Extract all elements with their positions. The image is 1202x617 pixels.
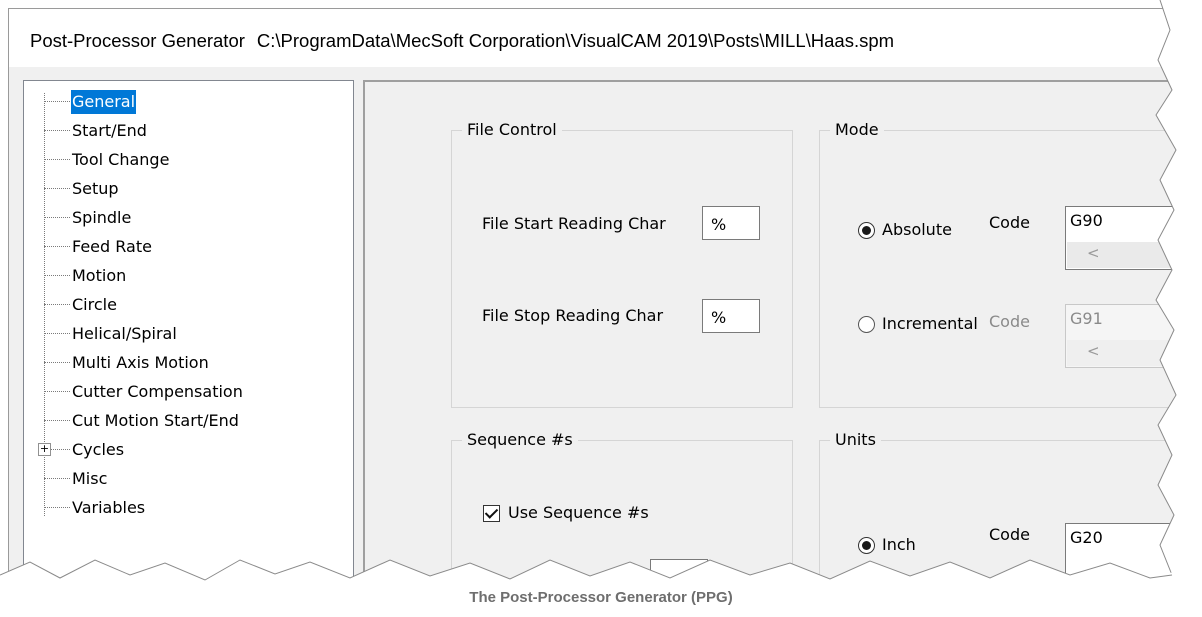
figure-caption: The Post-Processor Generator (PPG) [469, 589, 733, 606]
torn-edge-decoration [0, 0, 1202, 617]
